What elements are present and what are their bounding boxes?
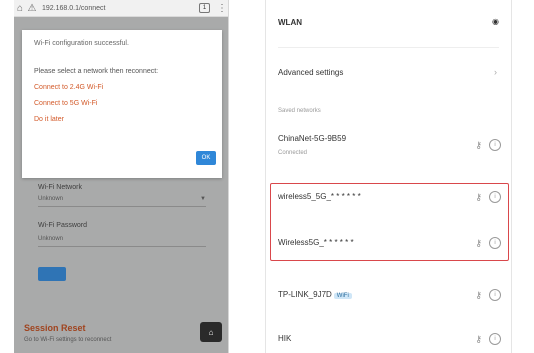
wifi-password-label: Wi-Fi Password bbox=[38, 222, 88, 229]
left-phone-screen: ⌂ ⚠ 192.168.0.1/connect 1 ⋮ Wi-Fi Networ… bbox=[14, 0, 229, 353]
wlan-toggle[interactable]: ◉ bbox=[492, 17, 499, 26]
network-status: Connected bbox=[278, 150, 308, 156]
saved-networks-header: Saved networks bbox=[278, 108, 321, 114]
network-actions: ⚷ i bbox=[475, 191, 501, 203]
network-item-tplink[interactable]: TP-LINK_9J7D WiFi bbox=[278, 290, 352, 299]
network-item-current[interactable]: ChinaNet-5G-9B59 bbox=[278, 134, 346, 143]
network-actions: ⚷ i bbox=[475, 333, 501, 345]
floating-action-button[interactable]: ⌂ bbox=[200, 322, 222, 342]
key-icon[interactable]: ⚷ bbox=[475, 140, 482, 150]
info-icon[interactable]: i bbox=[489, 333, 501, 345]
section-subtitle: Go to Wi-Fi settings to reconnect bbox=[24, 337, 112, 343]
wlan-label: WLAN bbox=[278, 18, 302, 27]
home-icon[interactable]: ⌂ bbox=[14, 2, 26, 14]
network-actions: ⚷ i bbox=[475, 237, 501, 249]
chevron-down-icon: ▼ bbox=[200, 196, 206, 202]
option-later[interactable]: Do it later bbox=[34, 116, 64, 123]
info-icon[interactable]: i bbox=[489, 237, 501, 249]
more-vert-icon[interactable]: ⋮ bbox=[216, 2, 228, 14]
info-icon[interactable]: i bbox=[489, 139, 501, 151]
network-item-hik[interactable]: HIK bbox=[278, 334, 291, 343]
network-item-wireless5g[interactable]: Wireless5G_* * * * * * bbox=[278, 238, 354, 247]
advanced-settings-item[interactable]: Advanced settings bbox=[278, 68, 343, 77]
info-icon[interactable]: i bbox=[489, 191, 501, 203]
key-icon[interactable]: ⚷ bbox=[475, 238, 482, 248]
wifi-password-field[interactable]: Unknown bbox=[38, 236, 206, 247]
divider bbox=[278, 47, 499, 48]
wifi-network-value: Unknown bbox=[38, 196, 64, 202]
network-actions: ⚷ i bbox=[475, 139, 501, 151]
warning-icon: ⚠ bbox=[27, 2, 37, 14]
wifi-password-value: Unknown bbox=[38, 236, 64, 242]
dialog-message: Wi-Fi configuration successful. bbox=[34, 40, 129, 47]
ok-button[interactable]: OK bbox=[196, 151, 216, 165]
key-icon[interactable]: ⚷ bbox=[475, 290, 482, 300]
option-2g[interactable]: Connect to 2.4G Wi-Fi bbox=[34, 84, 103, 91]
key-icon[interactable]: ⚷ bbox=[475, 192, 482, 202]
right-phone-screen: WLAN ◉ Advanced settings › Saved network… bbox=[265, 0, 512, 353]
wifi-tag: WiFi bbox=[333, 293, 352, 299]
dialog-question: Please select a network then reconnect: bbox=[34, 68, 159, 75]
wifi-network-label: Wi-Fi Network bbox=[38, 184, 82, 191]
option-5g[interactable]: Connect to 5G Wi-Fi bbox=[34, 100, 97, 107]
browser-address-bar: ⌂ ⚠ 192.168.0.1/connect 1 ⋮ bbox=[14, 0, 228, 17]
url-text[interactable]: 192.168.0.1/connect bbox=[42, 5, 199, 12]
key-icon[interactable]: ⚷ bbox=[475, 334, 482, 344]
info-icon[interactable]: i bbox=[489, 289, 501, 301]
network-item-wireless5-5g[interactable]: wireless5_5G_* * * * * * bbox=[278, 192, 361, 201]
network-name: TP-LINK_9J7D bbox=[278, 290, 332, 299]
submit-button[interactable] bbox=[38, 267, 66, 281]
network-actions: ⚷ i bbox=[475, 289, 501, 301]
wifi-network-select[interactable]: Unknown ▼ bbox=[38, 196, 206, 207]
chevron-right-icon: › bbox=[494, 67, 497, 77]
config-dialog: Wi-Fi configuration successful. Please s… bbox=[22, 30, 222, 178]
tabs-icon[interactable]: 1 bbox=[199, 3, 210, 13]
section-title: Session Reset bbox=[24, 323, 86, 333]
